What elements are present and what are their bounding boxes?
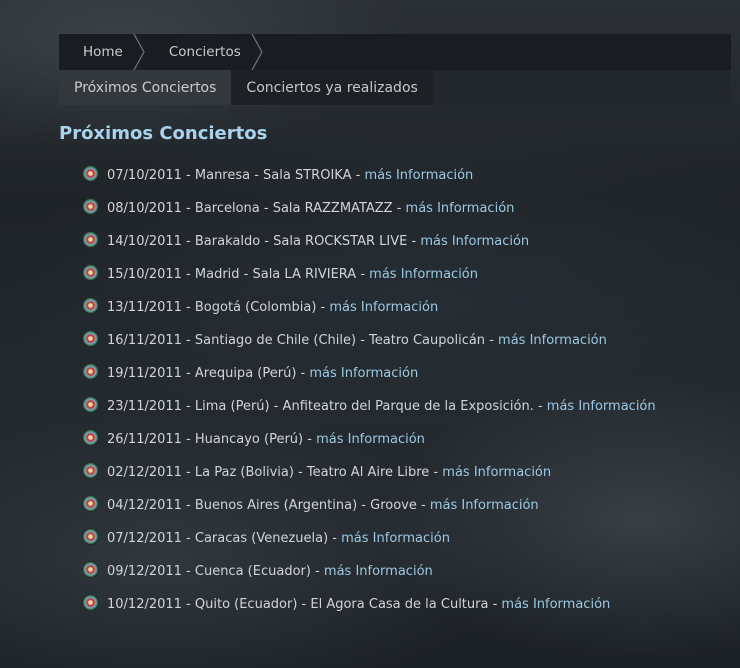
concert-item: 26/11/2011 - Huancayo (Perú) - más Infor… [82, 423, 656, 456]
concert-item: 07/10/2011 - Manresa - Sala STROIKA - má… [82, 159, 656, 192]
more-info-link[interactable]: más Información [329, 300, 438, 315]
concert-list: 07/10/2011 - Manresa - Sala STROIKA - má… [82, 159, 656, 621]
concert-details: 10/12/2011 - Quito (Ecuador) - El Agora … [107, 597, 489, 612]
flower-bullet-icon [82, 330, 99, 347]
concert-separator: - [303, 432, 317, 447]
concert-details: 09/12/2011 - Cuenca (Ecuador) [107, 564, 311, 579]
concert-item: 15/10/2011 - Madrid - Sala LA RIVIERA - … [82, 258, 656, 291]
more-info-link[interactable]: más Información [341, 531, 450, 546]
concert-item: 23/11/2011 - Lima (Perú) - Anfiteatro de… [82, 390, 656, 423]
concert-details: 16/11/2011 - Santiago de Chile (Chile) -… [107, 333, 486, 348]
breadcrumb-conciertos[interactable]: Conciertos [145, 34, 263, 70]
flower-bullet-icon [82, 429, 99, 446]
concert-separator: - [416, 498, 430, 513]
tab-conciertos-realizados[interactable]: Conciertos ya realizados [231, 70, 433, 105]
concert-separator: - [310, 564, 324, 579]
concert-item: 04/12/2011 - Buenos Aires (Argentina) - … [82, 489, 656, 522]
concert-separator: - [429, 465, 443, 480]
concert-details: 04/12/2011 - Buenos Aires (Argentina) - … [107, 498, 417, 513]
concert-tabs: Próximos Conciertos Conciertos ya realiz… [59, 70, 731, 105]
more-info-link[interactable]: más Información [442, 465, 551, 480]
concert-separator: - [328, 531, 342, 546]
concert-item: 19/11/2011 - Arequipa (Perú) - más Infor… [82, 357, 656, 390]
concert-separator: - [407, 234, 421, 249]
more-info-link[interactable]: más Información [406, 201, 515, 216]
more-info-link[interactable]: más Información [324, 564, 433, 579]
concert-details: 23/11/2011 - Lima (Perú) - Anfiteatro de… [107, 399, 534, 414]
concert-item: 09/12/2011 - Cuenca (Ecuador) - más Info… [82, 555, 656, 588]
concert-item: 10/12/2011 - Quito (Ecuador) - El Agora … [82, 588, 656, 621]
concert-item: 08/10/2011 - Barcelona - Sala RAZZMATAZZ… [82, 192, 656, 225]
breadcrumb-conciertos-label[interactable]: Conciertos [169, 44, 241, 60]
tab-realizados-label[interactable]: Conciertos ya realizados [246, 80, 417, 96]
concert-details: 13/11/2011 - Bogotá (Colombia) [107, 300, 317, 315]
concert-separator: - [296, 366, 310, 381]
more-info-link[interactable]: más Información [420, 234, 529, 249]
concert-details: 15/10/2011 - Madrid - Sala LA RIVIERA [107, 267, 357, 282]
flower-bullet-icon [82, 198, 99, 215]
flower-bullet-icon [82, 396, 99, 413]
flower-bullet-icon [82, 528, 99, 545]
concert-details: 02/12/2011 - La Paz (Bolivia) - Teatro A… [107, 465, 430, 480]
concert-separator: - [351, 168, 365, 183]
concert-details: 08/10/2011 - Barcelona - Sala RAZZMATAZZ [107, 201, 393, 216]
concert-details: 07/10/2011 - Manresa - Sala STROIKA [107, 168, 352, 183]
concert-item: 13/11/2011 - Bogotá (Colombia) - más Inf… [82, 291, 656, 324]
flower-bullet-icon [82, 363, 99, 380]
concert-separator: - [356, 267, 370, 282]
concert-item: 16/11/2011 - Santiago de Chile (Chile) -… [82, 324, 656, 357]
flower-bullet-icon [82, 231, 99, 248]
concert-details: 07/12/2011 - Caracas (Venezuela) [107, 531, 329, 546]
more-info-link[interactable]: más Información [498, 333, 607, 348]
concert-item: 14/10/2011 - Barakaldo - Sala ROCKSTAR L… [82, 225, 656, 258]
more-info-link[interactable]: más Información [309, 366, 418, 381]
concert-item: 07/12/2011 - Caracas (Venezuela) - más I… [82, 522, 656, 555]
breadcrumb-home-label[interactable]: Home [83, 44, 123, 60]
breadcrumb: Home Conciertos [59, 34, 731, 70]
flower-bullet-icon [82, 165, 99, 182]
flower-bullet-icon [82, 297, 99, 314]
more-info-link[interactable]: más Información [547, 399, 656, 414]
concert-separator: - [533, 399, 547, 414]
concert-separator: - [485, 333, 499, 348]
chevron-separator-icon [251, 34, 263, 70]
flower-bullet-icon [82, 462, 99, 479]
flower-bullet-icon [82, 561, 99, 578]
flower-bullet-icon [82, 264, 99, 281]
more-info-link[interactable]: más Información [364, 168, 473, 183]
more-info-link[interactable]: más Información [430, 498, 539, 513]
flower-bullet-icon [82, 495, 99, 512]
more-info-link[interactable]: más Información [316, 432, 425, 447]
concert-details: 19/11/2011 - Arequipa (Perú) [107, 366, 297, 381]
concert-details: 14/10/2011 - Barakaldo - Sala ROCKSTAR L… [107, 234, 408, 249]
concert-details: 26/11/2011 - Huancayo (Perú) [107, 432, 304, 447]
more-info-link[interactable]: más Información [369, 267, 478, 282]
page-title: Próximos Conciertos [59, 123, 268, 144]
tab-proximos-label[interactable]: Próximos Conciertos [74, 80, 216, 96]
concert-separator: - [316, 300, 330, 315]
chevron-separator-icon [133, 34, 145, 70]
tab-proximos-conciertos[interactable]: Próximos Conciertos [59, 70, 232, 105]
flower-bullet-icon [82, 594, 99, 611]
concert-separator: - [392, 201, 406, 216]
concert-item: 02/12/2011 - La Paz (Bolivia) - Teatro A… [82, 456, 656, 489]
more-info-link[interactable]: más Información [501, 597, 610, 612]
concert-separator: - [488, 597, 502, 612]
breadcrumb-home[interactable]: Home [59, 34, 145, 70]
